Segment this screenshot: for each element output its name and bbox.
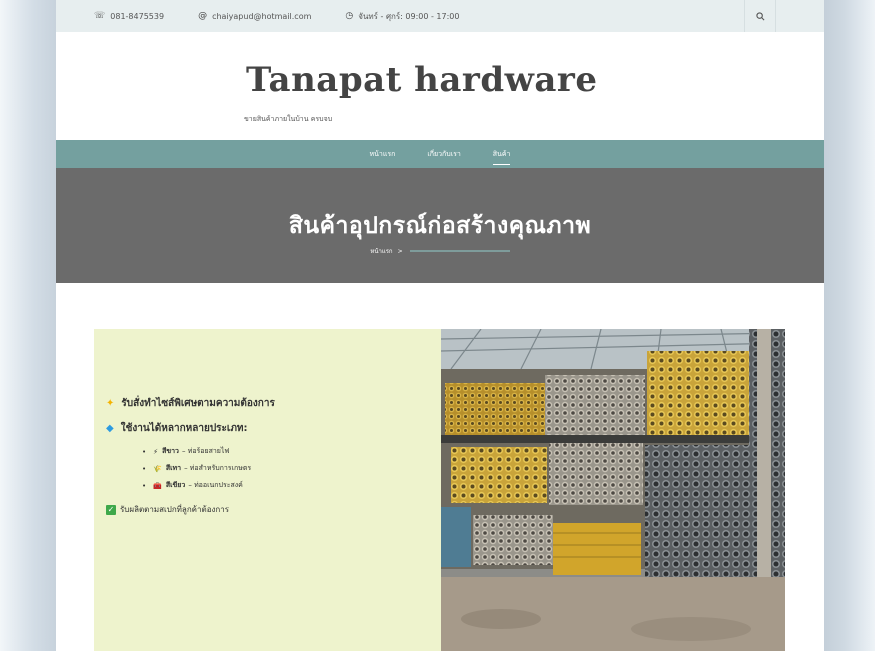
opening-hours: จันทร์ - ศุกร์: 09:00 - 17:00 <box>358 11 460 21</box>
pipe-use-label: – ท่ออเนกประสงค์ <box>188 481 243 489</box>
diamond-icon: ◆ <box>106 423 114 434</box>
search-button[interactable] <box>744 0 776 32</box>
page-title: สินค้าอุปกรณ์ก่อสร้างคุณภาพ <box>288 213 592 239</box>
bullet-icon: • <box>142 464 147 473</box>
site-tagline: ขายสินค้าภายในบ้าน ครบจบ <box>244 115 333 123</box>
lightning-icon: ⚡ <box>153 447 159 456</box>
bullet-icon: • <box>142 481 147 490</box>
sparkle-icon: ✦ <box>106 398 115 409</box>
use-type-list: • ⚡ สีขาว – ท่อร้อยสายไฟ • 🌾 สีเทา – ท่อ… <box>142 446 275 491</box>
list-item: • ⚡ สีขาว – ท่อร้อยสายไฟ <box>142 446 275 457</box>
breadcrumb-current <box>409 250 510 252</box>
feature-custom-size-text: รับสั่งทำไซส์พิเศษตามความต้องการ <box>121 398 275 409</box>
feature-list: ✦ รับสั่งทำไซส์พิเศษตามความต้องการ ◆ ใช้… <box>106 396 275 516</box>
pipe-color-label: สีขาว <box>162 447 179 455</box>
check-icon: ✓ <box>106 504 116 515</box>
email-info: @ chaiyapud@hotmail.com <box>198 11 311 21</box>
background-right <box>824 0 875 651</box>
site-title[interactable]: Tanapat hardware <box>246 60 597 100</box>
clock-icon: ◷ <box>345 11 354 21</box>
list-item: • 🌾 สีเทา – ท่อสำหรับการเกษตร <box>142 463 275 474</box>
content-section: ✦ รับสั่งทำไซส์พิเศษตามความต้องการ ◆ ใช้… <box>56 283 824 651</box>
hours-info: ◷ จันทร์ - ศุกร์: 09:00 - 17:00 <box>345 10 459 23</box>
nav-item-products[interactable]: สินค้า <box>492 143 510 166</box>
feature-custom-spec: ✓ รับผลิตตามสเปกที่ลูกค้าต้องการ <box>106 503 275 516</box>
site-header: Tanapat hardware ขายสินค้าภายในบ้าน ครบจ… <box>56 32 824 140</box>
nav-item-home[interactable]: หน้าแรก <box>370 143 396 166</box>
toolbox-icon: 🧰 <box>153 481 162 490</box>
pipe-use-label: – ท่อสำหรับการเกษตร <box>184 464 252 472</box>
top-info-bar: ☏ 081-8475539 @ chaiyapud@hotmail.com ◷ … <box>56 0 824 32</box>
product-photo <box>441 329 785 651</box>
phone-number: 081-8475539 <box>110 11 165 21</box>
phone-info: ☏ 081-8475539 <box>94 11 164 21</box>
pipe-use-label: – ท่อร้อยสายไฟ <box>181 447 230 455</box>
background-left <box>0 0 56 651</box>
at-icon: @ <box>198 11 208 21</box>
search-icon <box>755 11 764 20</box>
pipe-stacks-image <box>441 329 785 651</box>
nav-item-about[interactable]: เกี่ยวกับเรา <box>427 143 460 166</box>
wheat-icon: 🌾 <box>153 464 162 473</box>
breadcrumb-separator: > <box>397 247 403 255</box>
pipe-color-label: สีเทา <box>165 464 182 472</box>
feature-custom-spec-text: รับผลิตตามสเปกที่ลูกค้าต้องการ <box>120 505 230 514</box>
phone-icon: ☏ <box>94 11 106 21</box>
bullet-icon: • <box>142 447 147 456</box>
page: ☏ 081-8475539 @ chaiyapud@hotmail.com ◷ … <box>56 0 824 651</box>
page-hero: สินค้าอุปกรณ์ก่อสร้างคุณภาพ หน้าแรก > <box>56 168 824 283</box>
breadcrumb-home[interactable]: หน้าแรก <box>370 246 392 256</box>
main-navigation: หน้าแรก เกี่ยวกับเรา สินค้า <box>56 140 824 168</box>
breadcrumb: หน้าแรก > <box>56 246 824 256</box>
email-address[interactable]: chaiyapud@hotmail.com <box>212 12 311 21</box>
feature-custom-size: ✦ รับสั่งทำไซส์พิเศษตามความต้องการ <box>106 396 275 411</box>
feature-multi-use: ◆ ใช้งานได้หลากหลายประเภท: <box>106 421 275 436</box>
feature-multi-use-text: ใช้งานได้หลากหลายประเภท: <box>120 423 248 434</box>
list-item: • 🧰 สีเขียว – ท่ออเนกประสงค์ <box>142 480 275 491</box>
pipe-color-label: สีเขียว <box>165 481 186 489</box>
